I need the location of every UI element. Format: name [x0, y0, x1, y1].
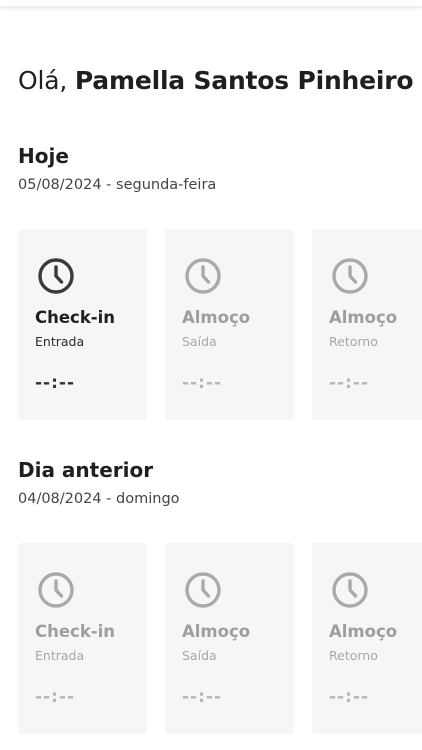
card-label: Almoço [329, 308, 398, 327]
card-previous-lunch-out[interactable]: Almoço Saída --:-- [165, 543, 294, 734]
card-sublabel: Entrada [35, 334, 85, 349]
section-date-today: 05/08/2024 - segunda-feira [18, 177, 217, 193]
clock-icon [37, 571, 75, 609]
clock-icon [184, 571, 222, 609]
clock-icon [184, 257, 222, 295]
card-today-lunch-out[interactable]: Almoço Saída --:-- [165, 229, 294, 420]
card-label: Almoço [182, 308, 251, 327]
card-sublabel: Retorno [329, 334, 378, 349]
card-time: --:-- [35, 687, 76, 707]
card-time: --:-- [182, 373, 223, 393]
clock-icon [37, 257, 75, 295]
card-time: --:-- [329, 373, 370, 393]
card-previous-check-in[interactable]: Check-in Entrada --:-- [18, 543, 147, 734]
user-name: Pamella Santos Pinheiro [74, 66, 414, 95]
card-label: Almoço [182, 622, 251, 641]
card-label: Almoço [329, 622, 398, 641]
section-title-previous-day: Dia anterior [18, 458, 154, 482]
greeting-prefix: Olá, [18, 66, 75, 95]
card-time: --:-- [182, 687, 223, 707]
today-cards-row: Check-in Entrada --:-- Almoço Saída --:-… [18, 229, 422, 420]
card-sublabel: Saída [182, 648, 217, 663]
card-label: Check-in [35, 308, 116, 327]
card-time: --:-- [35, 373, 76, 393]
card-time: --:-- [329, 687, 370, 707]
card-label: Check-in [35, 622, 116, 641]
clock-icon [331, 571, 369, 609]
card-today-check-in[interactable]: Check-in Entrada --:-- [18, 229, 147, 420]
section-date-previous-day: 04/08/2024 - domingo [18, 491, 180, 507]
greeting-heading: Olá, Pamella Santos Pinheiro [18, 66, 414, 95]
card-sublabel: Entrada [35, 648, 85, 663]
clock-icon [331, 257, 369, 295]
card-sublabel: Retorno [329, 648, 378, 663]
previous-day-cards-row: Check-in Entrada --:-- Almoço Saída --:-… [18, 543, 422, 734]
card-sublabel: Saída [182, 334, 217, 349]
card-today-lunch-return[interactable]: Almoço Retorno --:-- [312, 229, 422, 420]
section-title-today: Hoje [18, 144, 69, 168]
card-previous-lunch-return[interactable]: Almoço Retorno --:-- [312, 543, 422, 734]
top-app-bar [0, 0, 422, 6]
